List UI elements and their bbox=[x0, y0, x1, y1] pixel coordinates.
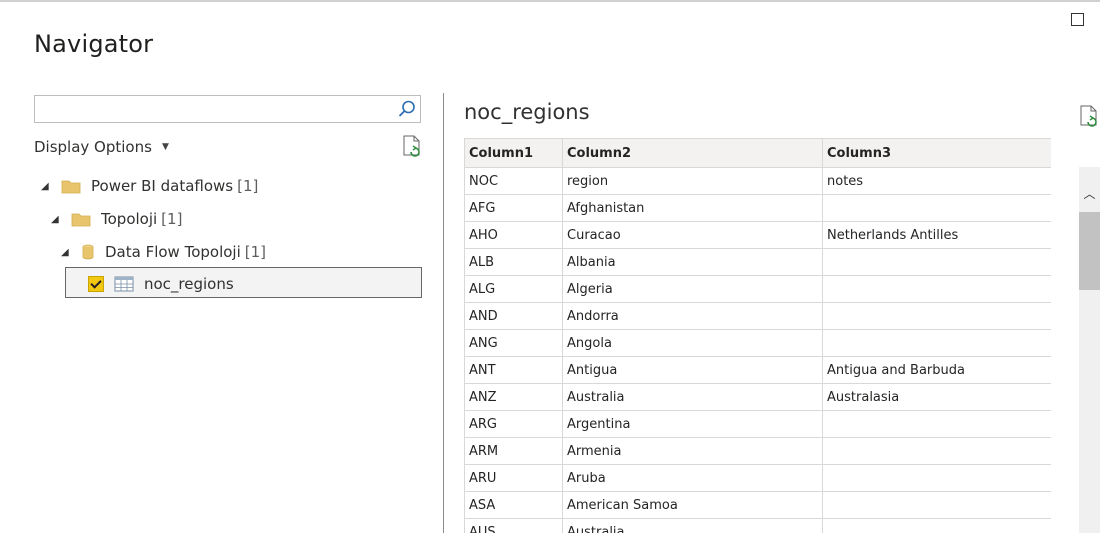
table-row: ANZ Australia Australasia bbox=[464, 383, 1051, 411]
table-cell: ARU bbox=[464, 464, 563, 492]
table-cell: ASA bbox=[464, 491, 563, 519]
table-cell: Armenia bbox=[562, 437, 823, 465]
table-row: ALG Algeria bbox=[464, 275, 1051, 303]
tree-item-count: [1] bbox=[161, 210, 183, 228]
table-cell: notes bbox=[822, 167, 1051, 195]
table-row: ANG Angola bbox=[464, 329, 1051, 357]
column-header[interactable]: Column2 bbox=[562, 138, 823, 168]
preview-table: Column1 Column2 Column3 NOC region notes AF… bbox=[464, 138, 1051, 533]
database-icon bbox=[82, 244, 94, 260]
window-title: Navigator bbox=[34, 30, 154, 58]
tree-item-label: Topoloji bbox=[101, 210, 158, 228]
table-cell bbox=[822, 329, 1051, 357]
table-row: NOC region notes bbox=[464, 167, 1051, 195]
table-cell bbox=[822, 437, 1051, 465]
table-row: ALB Albania bbox=[464, 248, 1051, 276]
table-cell: ALB bbox=[464, 248, 563, 276]
column-header[interactable]: Column1 bbox=[464, 138, 563, 168]
table-cell bbox=[822, 518, 1051, 533]
table-icon bbox=[114, 276, 134, 292]
column-header[interactable]: Column3 bbox=[822, 138, 1051, 168]
preview-title: noc_regions bbox=[464, 100, 590, 124]
display-options-dropdown[interactable]: Display Options ▼ bbox=[34, 138, 169, 156]
table-row: ANT Antigua Antigua and Barbuda bbox=[464, 356, 1051, 384]
table-cell: Angola bbox=[562, 329, 823, 357]
folder-icon bbox=[71, 213, 91, 227]
folder-icon bbox=[61, 180, 81, 194]
tree-item-count: [1] bbox=[244, 243, 267, 261]
vertical-scrollbar[interactable]: ︿ bbox=[1079, 167, 1100, 533]
table-row: AHO Curacao Netherlands Antilles bbox=[464, 221, 1051, 249]
table-cell: Australia bbox=[562, 518, 823, 533]
display-options-label: Display Options bbox=[34, 138, 152, 156]
table-cell bbox=[822, 248, 1051, 276]
tree-item-noc-regions[interactable]: noc_regions bbox=[88, 275, 234, 293]
table-row: AND Andorra bbox=[464, 302, 1051, 330]
search-icon[interactable] bbox=[398, 100, 416, 118]
table-row: ARU Aruba bbox=[464, 464, 1051, 492]
tree-item-label: Power BI dataflows bbox=[91, 177, 234, 195]
table-cell bbox=[822, 302, 1051, 330]
table-cell: ANG bbox=[464, 329, 563, 357]
table-cell: region bbox=[562, 167, 823, 195]
search-input[interactable] bbox=[35, 96, 397, 122]
tree-item-data-flow-topoloji[interactable]: ◢ Data Flow Topoloji [1] bbox=[61, 243, 266, 261]
table-row: AFG Afghanistan bbox=[464, 194, 1051, 222]
table-cell bbox=[822, 491, 1051, 519]
table-cell: Antigua bbox=[562, 356, 823, 384]
table-cell: Albania bbox=[562, 248, 823, 276]
table-cell: ALG bbox=[464, 275, 563, 303]
scroll-thumb[interactable] bbox=[1079, 212, 1100, 290]
table-cell: NOC bbox=[464, 167, 563, 195]
pane-divider[interactable] bbox=[443, 93, 444, 533]
table-cell: AFG bbox=[464, 194, 563, 222]
table-row: ARG Argentina bbox=[464, 410, 1051, 438]
table-cell: AHO bbox=[464, 221, 563, 249]
table-cell bbox=[822, 275, 1051, 303]
table-cell: AUS bbox=[464, 518, 563, 533]
table-cell: Afghanistan bbox=[562, 194, 823, 222]
table-cell: AND bbox=[464, 302, 563, 330]
table-cell: Australia bbox=[562, 383, 823, 411]
table-cell: American Samoa bbox=[562, 491, 823, 519]
scroll-up-icon[interactable]: ︿ bbox=[1079, 187, 1100, 201]
table-cell: Algeria bbox=[562, 275, 823, 303]
expand-triangle-icon[interactable]: ◢ bbox=[41, 181, 55, 192]
table-cell: ANZ bbox=[464, 383, 563, 411]
expand-triangle-icon[interactable]: ◢ bbox=[61, 247, 75, 258]
table-cell: ANT bbox=[464, 356, 563, 384]
refresh-icon[interactable] bbox=[1079, 105, 1099, 129]
tree-item-power-bi-dataflows[interactable]: ◢ Power BI dataflows [1] bbox=[41, 177, 258, 195]
table-cell bbox=[822, 194, 1051, 222]
table-cell: Curacao bbox=[562, 221, 823, 249]
table-cell: Andorra bbox=[562, 302, 823, 330]
table-cell: Antigua and Barbuda bbox=[822, 356, 1051, 384]
table-cell: Australasia bbox=[822, 383, 1051, 411]
expand-triangle-icon[interactable]: ◢ bbox=[51, 214, 65, 225]
table-cell: Netherlands Antilles bbox=[822, 221, 1051, 249]
table-cell bbox=[822, 464, 1051, 492]
table-row: ASA American Samoa bbox=[464, 491, 1051, 519]
table-cell: ARG bbox=[464, 410, 563, 438]
tree-item-label: Data Flow Topoloji bbox=[105, 243, 241, 261]
table-row: AUS Australia bbox=[464, 518, 1051, 533]
window-top-border bbox=[0, 0, 1100, 2]
caret-down-icon: ▼ bbox=[161, 142, 169, 152]
search-box[interactable] bbox=[34, 95, 421, 123]
tree-item-count: [1] bbox=[237, 177, 259, 195]
table-row: ARM Armenia bbox=[464, 437, 1051, 465]
table-cell bbox=[822, 410, 1051, 438]
checkbox-checked[interactable] bbox=[88, 276, 104, 292]
preview-table-container: Column1 Column2 Column3 NOC region notes AF… bbox=[464, 138, 1051, 533]
table-header-row: Column1 Column2 Column3 bbox=[464, 138, 1051, 168]
table-cell: Aruba bbox=[562, 464, 823, 492]
table-cell: ARM bbox=[464, 437, 563, 465]
tree-item-topoloji[interactable]: ◢ Topoloji [1] bbox=[51, 210, 182, 228]
table-cell: Argentina bbox=[562, 410, 823, 438]
refresh-preview-icon[interactable] bbox=[401, 135, 423, 159]
maximize-icon[interactable] bbox=[1071, 13, 1084, 26]
tree-item-label: noc_regions bbox=[144, 275, 234, 293]
